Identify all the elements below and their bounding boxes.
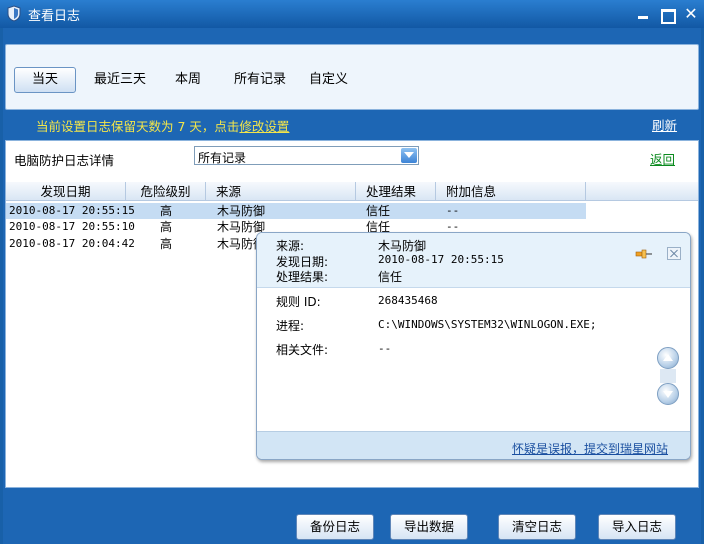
popup-header: 来源: 木马防御 发现日期: 2010-08-17 20:55:15 处理结果:… — [257, 233, 690, 288]
detail-rule-label: 规则 ID: — [276, 295, 321, 309]
scroll-down-icon[interactable] — [657, 383, 679, 405]
report-false-positive-link[interactable]: 怀疑是误报，提交到瑞星网站 — [512, 440, 668, 457]
detail-source-label: 来源: — [276, 239, 305, 253]
refresh-link[interactable]: 刷新 — [652, 115, 677, 134]
tab-last-three-days[interactable]: 最近三天 — [84, 67, 156, 93]
tab-all-records[interactable]: 所有记录 — [224, 67, 296, 93]
cell-result: 信任 — [366, 204, 391, 218]
popup-close-icon[interactable] — [667, 247, 681, 260]
column-header-extra-info[interactable]: 附加信息 — [436, 182, 586, 201]
detail-date-value: 2010-08-17 20:55:15 — [378, 253, 504, 266]
retention-text: 当前设置日志保留天数为 7 天，点击 — [36, 119, 240, 134]
import-log-button[interactable]: 导入日志 — [598, 514, 676, 540]
clear-log-button[interactable]: 清空日志 — [498, 514, 576, 540]
cell-level: 高 — [160, 204, 173, 218]
pin-icon[interactable] — [635, 247, 653, 261]
log-filter-select[interactable]: 所有记录 — [194, 146, 419, 165]
column-header-result[interactable]: 处理结果 — [356, 182, 436, 201]
log-title: 电脑防护日志详情 — [14, 153, 115, 168]
column-header-level[interactable]: 危险级别 — [126, 182, 206, 201]
tab-custom[interactable]: 自定义 — [299, 67, 358, 93]
detail-result-label: 处理结果: — [276, 270, 329, 284]
minimize-button[interactable] — [634, 5, 652, 23]
retention-notice: 当前设置日志保留天数为 7 天，点击修改设置 — [36, 116, 289, 135]
back-link[interactable]: 返回 — [650, 149, 675, 168]
filter-selected-value: 所有记录 — [198, 151, 247, 165]
detail-process-value: C:\WINDOWS\SYSTEM32\WINLOGON.EXE; — [378, 318, 597, 331]
backup-log-button[interactable]: 备份日志 — [296, 514, 374, 540]
scroll-up-icon[interactable] — [657, 347, 679, 369]
detail-file-label: 相关文件: — [276, 343, 329, 357]
modify-settings-link[interactable]: 修改设置 — [239, 119, 289, 134]
cell-date: 2010-08-17 20:55:15 — [9, 204, 135, 217]
detail-file-value: -- — [378, 342, 392, 355]
scroll-track[interactable] — [660, 369, 676, 383]
cell-date: 2010-08-17 20:55:10 — [9, 220, 135, 233]
log-detail-popup: 来源: 木马防御 发现日期: 2010-08-17 20:55:15 处理结果:… — [256, 232, 691, 460]
column-header-date[interactable]: 发现日期 — [6, 182, 126, 201]
cell-level: 高 — [160, 237, 173, 251]
column-header-source[interactable]: 来源 — [206, 182, 356, 201]
date-range-panel: 当天 最近三天 本周 所有记录 自定义 — [5, 44, 699, 110]
cell-info: -- — [446, 204, 460, 217]
export-data-button[interactable]: 导出数据 — [390, 514, 468, 540]
popup-footer: 怀疑是误报，提交到瑞星网站 — [257, 431, 690, 459]
detail-result-value: 信任 — [378, 270, 403, 284]
window-title: 查看日志 — [28, 9, 81, 24]
cell-level: 高 — [160, 220, 173, 234]
title-bar: 查看日志 ✕ — [0, 0, 704, 28]
tab-this-week[interactable]: 本周 — [165, 67, 211, 93]
close-button[interactable]: ✕ — [682, 5, 700, 23]
tab-today[interactable]: 当天 — [14, 67, 76, 93]
chevron-down-icon[interactable] — [401, 148, 417, 163]
shield-icon — [7, 5, 21, 22]
cell-date: 2010-08-17 20:04:42 — [9, 237, 135, 250]
detail-process-label: 进程: — [276, 319, 305, 333]
table-header: 发现日期 危险级别 来源 处理结果 附加信息 — [6, 182, 698, 201]
detail-rule-value: 268435468 — [378, 294, 438, 307]
maximize-button[interactable] — [658, 5, 676, 24]
cell-source: 木马防御 — [217, 204, 266, 218]
detail-source-value: 木马防御 — [378, 239, 427, 253]
table-row[interactable]: 2010-08-17 20:55:15 高 木马防御 信任 -- — [6, 203, 586, 219]
